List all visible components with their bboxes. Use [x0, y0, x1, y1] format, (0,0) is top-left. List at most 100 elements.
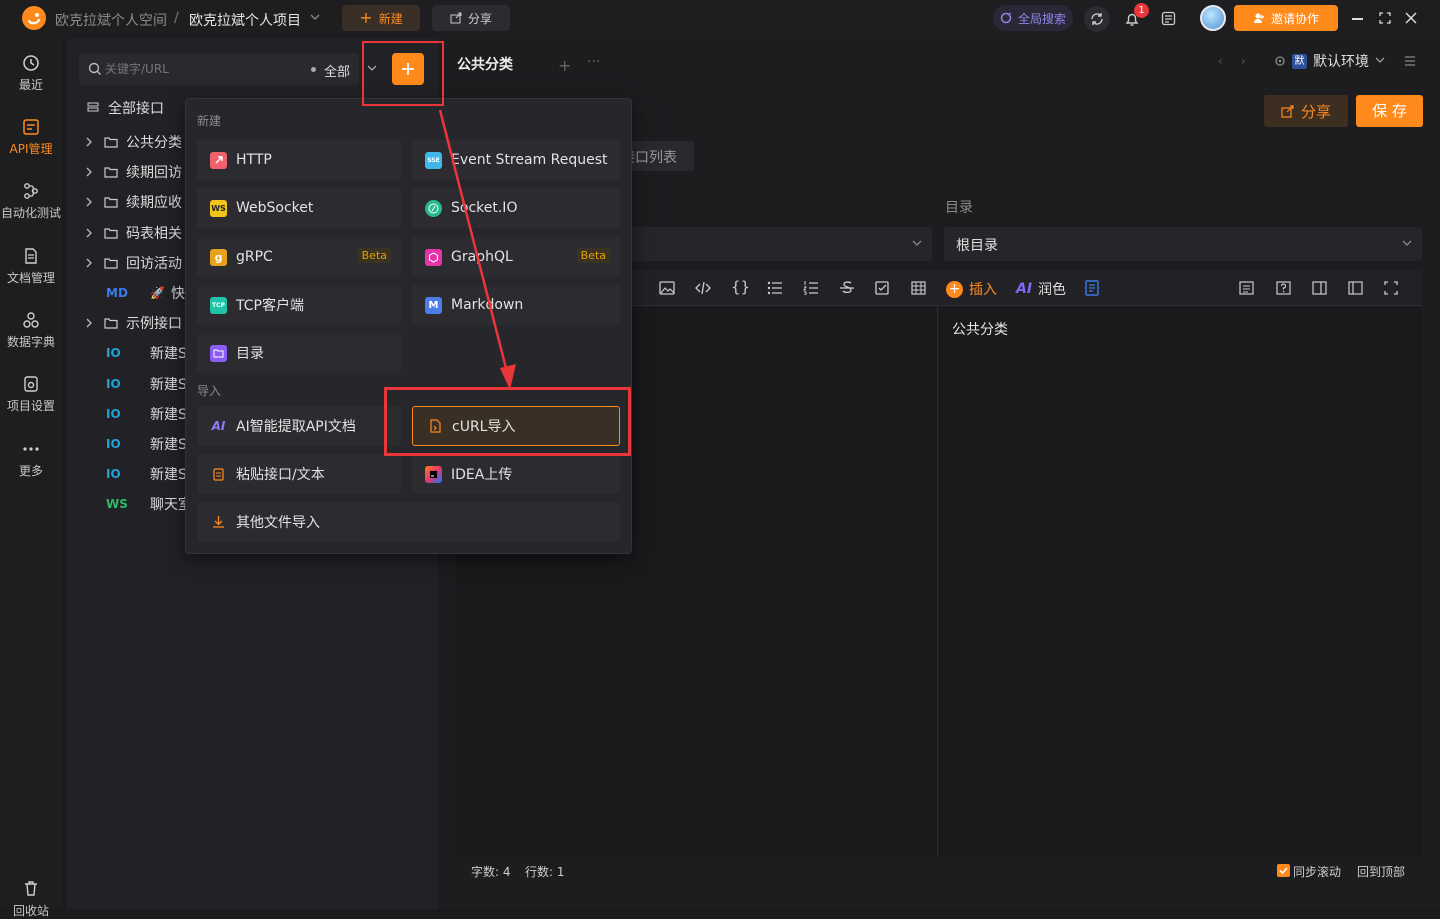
line-count: 行数: 1 — [525, 865, 565, 879]
section-new-label: 新建 — [197, 114, 222, 128]
dir-select[interactable]: 根目录 — [944, 227, 1422, 261]
rail-label: 回收站 — [12, 904, 49, 918]
rail-item-dictionary[interactable]: 数据字典 — [0, 311, 62, 350]
tree-folder[interactable]: 续期回访 — [84, 157, 182, 187]
ordered-list-icon[interactable] — [803, 281, 819, 295]
sync-icon[interactable] — [1084, 6, 1110, 32]
menu-item-paste[interactable]: 粘贴接口/文本 — [197, 454, 401, 494]
strikethrough-icon[interactable] — [839, 280, 855, 296]
menu-item-idea[interactable]: IDEA上传 — [412, 454, 620, 494]
image-icon[interactable] — [659, 281, 675, 295]
checkbox-icon[interactable] — [875, 281, 890, 295]
menu-item-ai-import[interactable]: AI AI智能提取API文档 — [197, 406, 401, 446]
chevron-right-icon — [86, 228, 92, 238]
tree-folder[interactable]: 码表相关 — [84, 218, 182, 248]
tree-label: 新建S — [150, 437, 187, 453]
plus-circle-icon: + — [946, 280, 963, 298]
polish-button[interactable]: AI 润色 — [1016, 279, 1066, 299]
invite-button-label: 邀请协作 — [1270, 11, 1319, 26]
filter-label[interactable]: 全部 — [324, 61, 350, 80]
menu-item-http[interactable]: HTTP — [197, 140, 401, 180]
tree-folder[interactable]: 示例接口 — [84, 308, 182, 338]
menu-item-folder[interactable]: 目录 — [197, 333, 401, 373]
message-icon[interactable] — [1161, 11, 1176, 26]
fullscreen-icon[interactable] — [1384, 281, 1398, 295]
tab-more-icon[interactable]: ··· — [587, 54, 600, 70]
outline-icon[interactable] — [1085, 280, 1099, 296]
tree-item[interactable]: MD 🚀 快 — [106, 278, 185, 308]
split-left-icon[interactable] — [1348, 281, 1363, 295]
preview-text: 公共分类 — [952, 322, 1008, 338]
rail-item-docs[interactable]: 文档管理 — [0, 247, 62, 286]
avatar[interactable] — [1200, 5, 1226, 31]
tree-folder[interactable]: 回访活动 — [84, 248, 182, 278]
download-icon — [210, 514, 227, 531]
sync-scroll-label[interactable]: 同步滚动 — [1293, 863, 1341, 880]
rail-item-settings[interactable]: 项目设置 — [0, 375, 62, 414]
env-selector[interactable]: 默 默认环境 — [1266, 48, 1398, 74]
insert-button[interactable]: + 插入 — [946, 279, 997, 299]
search-icon — [88, 62, 102, 76]
rail-item-more[interactable]: 更多 — [0, 440, 62, 479]
tree-all-apis[interactable]: 全部接口 — [86, 93, 164, 123]
menu-item-grpc[interactable]: g gRPC Beta — [197, 237, 401, 277]
maximize-icon[interactable] — [1379, 12, 1391, 24]
tree-folder[interactable]: 公共分类 — [84, 127, 182, 157]
breadcrumb-workspace[interactable]: 欧克拉斌个人空间 — [55, 10, 167, 30]
tree-item[interactable]: IO 新建S — [106, 399, 187, 429]
beta-badge: Beta — [357, 248, 391, 263]
menu-icon[interactable] — [1404, 56, 1416, 66]
rail-item-automation[interactable]: 自动化测试 — [0, 182, 62, 221]
bullet-list-icon[interactable] — [767, 281, 783, 295]
minimize-icon[interactable] — [1352, 18, 1363, 20]
menu-item-label: gRPC — [236, 249, 273, 265]
close-icon[interactable] — [1405, 12, 1417, 24]
tree-item[interactable]: WS 聊天室 — [106, 489, 192, 519]
rail-label: 数据字典 — [6, 335, 55, 349]
tab-prev-icon[interactable]: ‹ — [1218, 54, 1223, 68]
tree-label: 新建S — [150, 406, 187, 423]
left-select[interactable] — [612, 227, 932, 261]
table-icon[interactable] — [911, 281, 926, 295]
back-top-link[interactable]: 回到顶部 — [1357, 863, 1405, 880]
new-button[interactable]: + 新建 — [342, 5, 420, 31]
menu-item-tcp[interactable]: TCP TCP客户端 — [197, 285, 401, 325]
tree-item[interactable]: IO 新建S — [106, 429, 187, 459]
tree-label: 回访活动 — [126, 255, 182, 272]
doc-view-icon[interactable] — [1239, 281, 1254, 295]
tab-active[interactable]: 公共分类 — [445, 46, 545, 80]
save-button[interactable]: 保 存 — [1356, 95, 1423, 127]
add-tab-icon[interactable]: + — [558, 56, 571, 75]
tree-item[interactable]: IO 新建S — [106, 459, 187, 489]
sync-scroll-checkbox[interactable] — [1277, 864, 1290, 877]
share-button[interactable]: 分享 — [432, 5, 510, 31]
invite-button[interactable]: 邀请协作 — [1234, 5, 1338, 31]
list-icon — [87, 102, 99, 112]
dictionary-icon — [23, 312, 39, 328]
code-icon[interactable] — [695, 281, 711, 295]
share-icon — [450, 12, 462, 24]
chevron-down-icon[interactable] — [310, 14, 320, 22]
split-right-icon[interactable] — [1312, 281, 1327, 295]
ai-icon: AI — [1016, 281, 1033, 297]
help-icon[interactable] — [1276, 281, 1291, 295]
menu-item-websocket[interactable]: WS WebSocket — [197, 188, 401, 228]
global-search-button[interactable]: 全局搜索 — [993, 5, 1073, 31]
tree-folder[interactable]: 续期应收 — [84, 187, 182, 217]
main-share-button[interactable]: 分享 — [1264, 95, 1348, 127]
folder-icon — [104, 137, 118, 148]
menu-item-other-import[interactable]: 其他文件导入 — [197, 502, 620, 542]
tab-next-icon[interactable]: › — [1241, 54, 1246, 68]
rail-item-trash[interactable]: 回收站 — [0, 880, 62, 919]
rail-item-recent[interactable]: 最近 — [0, 54, 62, 93]
http-icon — [210, 151, 227, 169]
tree-item[interactable]: IO 新建S — [106, 338, 187, 368]
tree-item[interactable]: IO 新建S — [106, 369, 187, 399]
search-input[interactable] — [105, 60, 295, 78]
search-box[interactable]: 全部 — [79, 53, 359, 85]
highlight-box-add-button — [362, 41, 444, 106]
breadcrumb-project[interactable]: 欧克拉斌个人项目 — [189, 10, 301, 30]
rail-item-api[interactable]: API管理 — [0, 118, 62, 157]
chevron-down-icon — [912, 240, 922, 248]
braces-icon[interactable]: {} — [731, 278, 750, 296]
